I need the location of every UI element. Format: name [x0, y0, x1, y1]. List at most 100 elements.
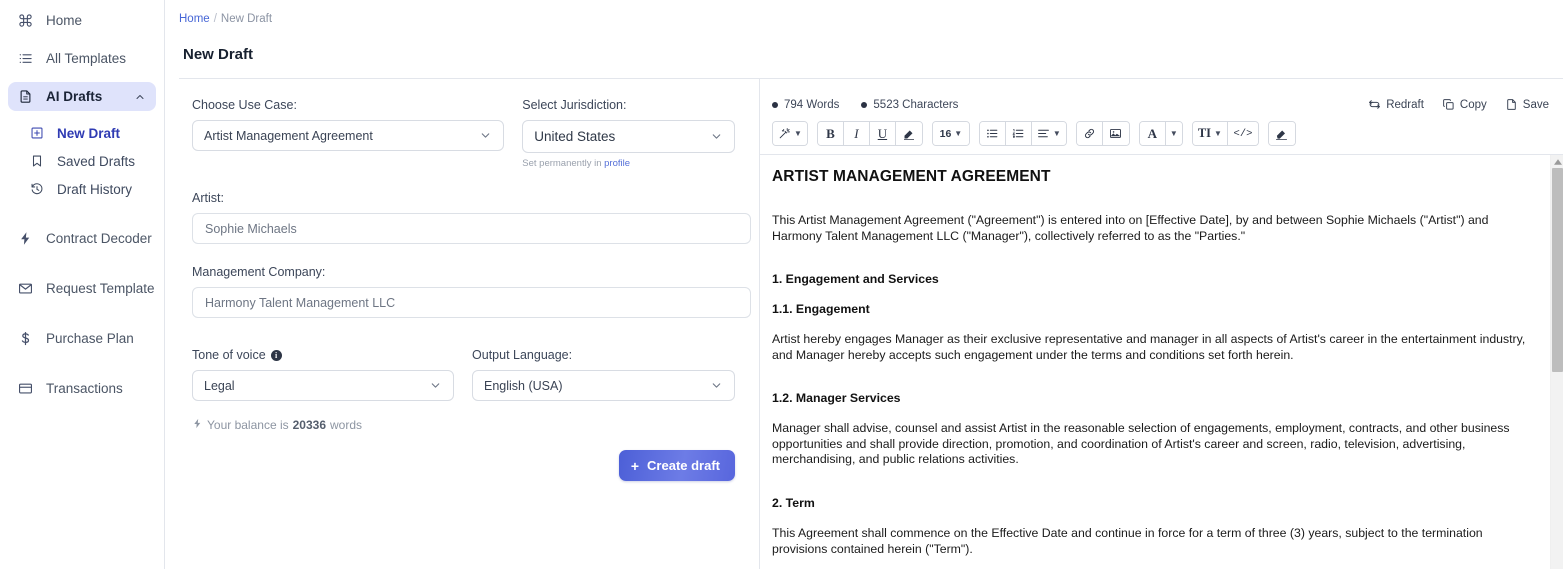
output-language-label: Output Language:	[472, 348, 573, 362]
jurisdiction-select[interactable]: United States	[522, 120, 735, 153]
underline-label: U	[877, 125, 888, 141]
profile-link[interactable]: profile	[604, 158, 630, 169]
sidebar-item-all-templates[interactable]: All Templates	[8, 44, 156, 73]
chevron-down-icon	[429, 379, 442, 392]
document-heading-2: 2. Term	[772, 496, 815, 511]
chevron-down-icon: ▼	[954, 129, 963, 138]
magic-wand-icon[interactable]: ▼	[773, 122, 807, 145]
chevron-up-icon[interactable]	[134, 91, 146, 103]
jurisdiction-hint-text: Set permanently in	[522, 158, 605, 169]
toolbar-group-fontcolor: A ▼	[1138, 121, 1183, 146]
save-button[interactable]: Save	[1505, 98, 1549, 111]
form-row-usecase-jurisdiction: Choose Use Case: Artist Management Agree…	[192, 98, 735, 169]
document-paragraph-1-1: Artist hereby engages Manager as their e…	[772, 331, 1526, 362]
create-draft-label: Create draft	[647, 458, 720, 473]
italic-button[interactable]: I	[843, 122, 870, 145]
breadcrumb-home-link[interactable]: Home	[179, 13, 210, 25]
command-icon	[18, 13, 38, 29]
sidebar-item-new-draft[interactable]: New Draft	[8, 120, 156, 146]
balance-suffix: words	[330, 418, 363, 432]
editor-toolbar: ▼ B I U 16 ▼ ▼ A ▼ TI ▼ </>	[760, 117, 1563, 154]
page-title: New Draft	[183, 46, 254, 63]
highlight-icon[interactable]	[895, 122, 922, 145]
align-icon[interactable]: ▼	[1031, 122, 1066, 145]
font-color-button[interactable]: A	[1139, 122, 1166, 145]
breadcrumb-separator: /	[213, 13, 217, 25]
output-language-field: Output Language: English (USA)	[472, 348, 735, 401]
font-size-select[interactable]: 16 ▼	[932, 122, 969, 145]
document-icon	[18, 89, 38, 105]
form-row-tone-language: Tone of voice i Legal Output Language: E…	[192, 348, 735, 401]
sidebar-item-label: Purchase Plan	[46, 331, 134, 346]
management-company-value: Harmony Talent Management LLC	[205, 295, 396, 310]
sidebar-item-purchase-plan[interactable]: Purchase Plan	[8, 324, 156, 353]
toolbar-group-clear	[1267, 121, 1296, 146]
code-button[interactable]: </>	[1227, 122, 1258, 145]
image-icon[interactable]	[1102, 122, 1129, 145]
sidebar-item-draft-history[interactable]: Draft History	[8, 176, 156, 202]
use-case-field: Choose Use Case: Artist Management Agree…	[192, 98, 505, 169]
sidebar-item-label: Contract Decoder	[46, 231, 152, 246]
scroll-up-arrow-icon[interactable]	[1551, 157, 1563, 167]
bold-label: B	[826, 125, 835, 141]
sidebar-subitem-label: Draft History	[57, 181, 133, 197]
create-draft-button[interactable]: + Create draft	[618, 450, 735, 481]
font-size-value: 16	[939, 127, 952, 140]
scrollbar-thumb[interactable]	[1552, 168, 1563, 372]
save-label: Save	[1522, 98, 1549, 111]
link-icon[interactable]	[1076, 122, 1103, 145]
sidebar-item-saved-drafts[interactable]: Saved Drafts	[8, 148, 156, 174]
chevron-down-icon: ▼	[1214, 129, 1222, 138]
use-case-value: Artist Management Agreement	[204, 128, 373, 143]
envelope-icon	[18, 281, 38, 297]
tone-select[interactable]: Legal	[192, 370, 455, 401]
character-count-label: 5523 Characters	[873, 98, 959, 111]
toolbar-group-format: B I U	[816, 121, 923, 146]
character-count: 5523 Characters	[861, 99, 958, 111]
plus-square-icon	[30, 125, 50, 141]
info-icon[interactable]: i	[270, 349, 282, 361]
document-content[interactable]: ARTIST MANAGEMENT AGREEMENT This Artist …	[760, 155, 1550, 569]
use-case-select[interactable]: Artist Management Agreement	[192, 120, 505, 151]
plus-icon: +	[630, 457, 640, 474]
artist-input[interactable]: Sophie Michaels	[192, 213, 751, 244]
chevron-down-icon	[710, 379, 723, 392]
create-draft-row: + Create draft	[192, 450, 735, 481]
chevron-down-icon: ▼	[794, 129, 802, 138]
sidebar-item-transactions[interactable]: Transactions	[8, 374, 156, 403]
sidebar-item-label: Home	[46, 13, 83, 28]
management-company-input[interactable]: Harmony Talent Management LLC	[192, 287, 751, 318]
italic-label: I	[854, 125, 859, 141]
output-language-select[interactable]: English (USA)	[472, 370, 735, 401]
redraft-button[interactable]: Redraft	[1368, 98, 1424, 111]
sidebar-item-label: AI Drafts	[46, 89, 103, 104]
redraft-icon	[1368, 98, 1381, 111]
tone-label-text: Tone of voice	[192, 348, 266, 362]
numbered-list-icon[interactable]	[1005, 122, 1032, 145]
app-root: Home All Templates AI Drafts New Draft S…	[0, 0, 1563, 569]
sidebar-item-request-template[interactable]: Request Template	[8, 274, 156, 303]
sidebar-item-contract-decoder[interactable]: Contract Decoder	[8, 224, 156, 253]
sidebar-item-ai-drafts[interactable]: AI Drafts	[8, 82, 156, 111]
chevron-down-icon	[479, 129, 492, 142]
font-color-dropdown[interactable]: ▼	[1165, 122, 1182, 145]
card-icon	[18, 381, 38, 397]
text-style-button[interactable]: TI ▼	[1192, 122, 1228, 145]
artist-value: Sophie Michaels	[205, 221, 297, 236]
sidebar-item-home[interactable]: Home	[8, 6, 156, 35]
save-file-icon	[1505, 98, 1518, 111]
underline-button[interactable]: U	[869, 122, 896, 145]
eraser-icon[interactable]	[1268, 122, 1295, 145]
artist-label: Artist:	[192, 191, 224, 205]
bullet-list-icon[interactable]	[979, 122, 1006, 145]
copy-button[interactable]: Copy	[1442, 98, 1487, 111]
editor-header: 794 Words 5523 Characters Redraft Copy S…	[760, 79, 1563, 117]
tone-label: Tone of voice i	[192, 348, 454, 362]
toolbar-group-insert	[1075, 121, 1130, 146]
document-scrollbar[interactable]	[1550, 155, 1563, 569]
breadcrumb-current: New Draft	[220, 13, 273, 25]
bold-button[interactable]: B	[817, 122, 844, 145]
jurisdiction-label: Select Jurisdiction:	[522, 98, 627, 112]
main-area: Home / New Draft New Draft Choose Use Case…	[165, 0, 1563, 569]
